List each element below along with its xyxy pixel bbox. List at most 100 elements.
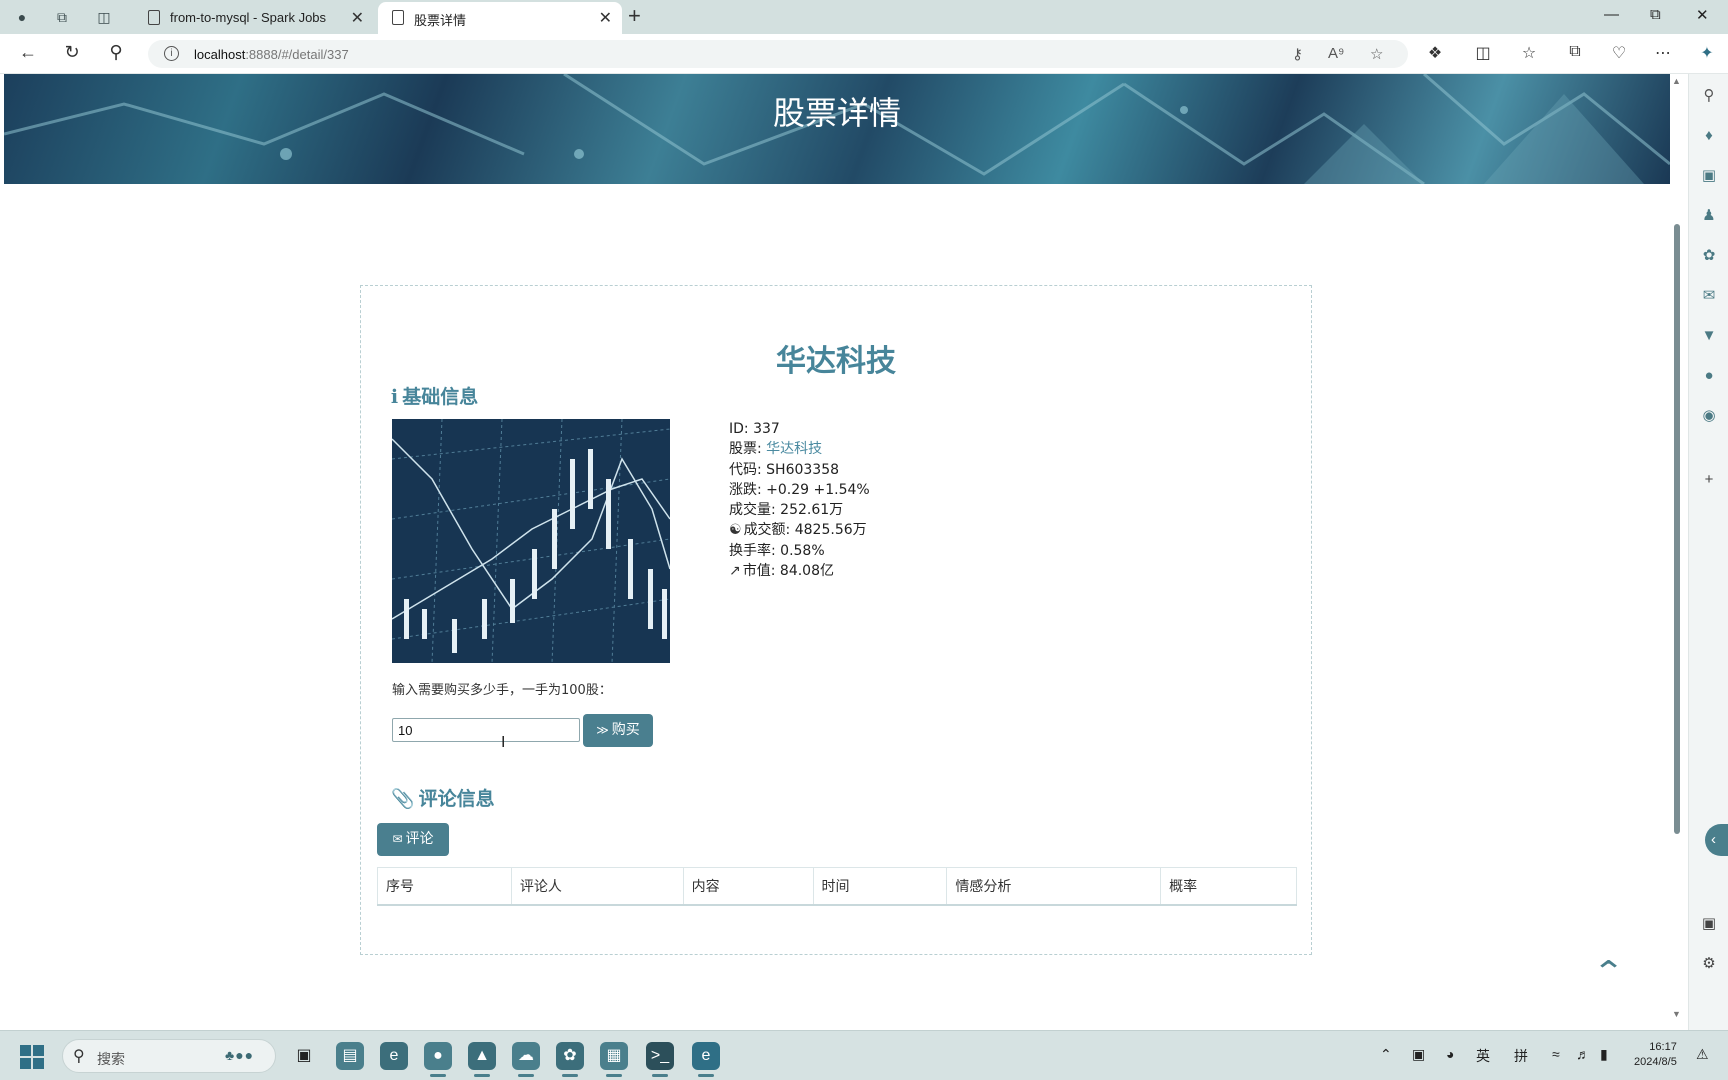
column-header-index[interactable]: 序号 <box>377 867 512 906</box>
copilot-sidebar-icon[interactable]: ✿ <box>1699 246 1719 266</box>
workspaces-icon[interactable]: ⧉ <box>52 7 72 27</box>
back-icon[interactable]: ← <box>16 42 40 63</box>
close-tab-icon[interactable]: ✕ <box>351 8 364 28</box>
site-info-icon[interactable]: i <box>164 46 179 61</box>
info-icon: ℹ <box>391 386 399 408</box>
column-header-sentiment[interactable]: 情感分析 <box>946 867 1162 906</box>
basic-info-heading: ℹ 基础信息 <box>391 382 478 409</box>
tab-spark-jobs[interactable]: from-to-mysql - Spark Jobs ✕ <box>134 2 374 34</box>
app-icon-3[interactable]: ☁ <box>512 1042 540 1077</box>
comment-info-heading: 📎 评论信息 <box>391 784 495 811</box>
info-value: 84.08亿 <box>779 563 834 580</box>
outlook-icon[interactable]: ✉ <box>1699 286 1719 306</box>
ime-language[interactable]: 英 <box>1476 1046 1490 1066</box>
info-label: 市值: <box>742 563 776 580</box>
profile-icon[interactable]: ● <box>12 7 32 27</box>
tray-app-icon[interactable]: ▣ <box>1412 1046 1425 1063</box>
ime-mode[interactable]: 拼 <box>1514 1046 1528 1066</box>
shopping-tag-icon[interactable]: ♦ <box>1699 126 1719 146</box>
stock-chart-image <box>392 419 670 663</box>
edge-active-icon[interactable]: e <box>692 1042 720 1077</box>
app-icon-5[interactable]: ▦ <box>600 1042 628 1077</box>
sidebar-collapse-button[interactable]: ‹ <box>1705 824 1728 856</box>
info-label: 成交额: <box>743 522 791 539</box>
column-header-content[interactable]: 内容 <box>682 867 814 906</box>
volume-icon[interactable]: ♬ <box>1576 1046 1590 1062</box>
minimize-icon[interactable]: — <box>1604 6 1619 23</box>
battery-icon[interactable]: ▮ <box>1600 1046 1608 1063</box>
back-to-top-icon[interactable]: ⌃ <box>1592 958 1625 988</box>
vertical-tabs-icon[interactable]: ◫ <box>94 7 114 27</box>
app-icon-4[interactable]: ✿ <box>556 1042 584 1077</box>
taskbar-search[interactable]: ⚲ 搜索 ♣●● <box>62 1039 276 1073</box>
clock-date: 2024/8/5 <box>1634 1056 1677 1068</box>
close-window-icon[interactable]: ✕ <box>1696 6 1709 24</box>
info-value: +0.29 +1.54% <box>766 481 870 498</box>
url-text: localhost:8888/#/detail/337 <box>194 47 349 62</box>
tab-stock-detail[interactable]: 股票详情 ✕ <box>378 2 622 34</box>
new-tab-button[interactable]: + <box>628 3 641 29</box>
restore-icon[interactable]: ⧉ <box>1650 6 1661 23</box>
copilot-icon[interactable]: ✦ <box>1696 43 1718 63</box>
favorites-icon[interactable]: ☆ <box>1518 43 1540 63</box>
taskbar-clock[interactable]: 16:17 2024/8/5 <box>1634 1040 1677 1070</box>
more-menu-icon[interactable]: ⋯ <box>1652 43 1674 63</box>
comment-button[interactable]: ✉ 评论 <box>377 823 449 856</box>
stock-name-heading: 华达科技 <box>776 344 896 379</box>
candlestick-illustration <box>392 419 670 663</box>
toolbox-icon[interactable]: ▣ <box>1699 166 1719 186</box>
info-label: 成交量: <box>729 502 776 519</box>
info-label: 股票: <box>729 441 762 458</box>
url-field[interactable]: i localhost:8888/#/detail/337 ⚷ A⁹ ☆ <box>148 40 1408 68</box>
info-label: ID: <box>729 421 749 437</box>
comment-info-title: 评论信息 <box>418 788 495 810</box>
edge-browser-icon[interactable]: e <box>380 1042 408 1070</box>
app-icon-2[interactable]: ▲ <box>468 1042 496 1077</box>
task-view-icon[interactable]: ▣ <box>290 1042 318 1070</box>
column-header-time[interactable]: 时间 <box>812 867 948 906</box>
terminal-icon[interactable]: >_ <box>646 1042 674 1077</box>
scroll-up-icon[interactable]: ▲ <box>1672 76 1681 86</box>
close-tab-icon[interactable]: ✕ <box>599 8 612 28</box>
buy-button-label: 购买 <box>611 722 640 738</box>
file-explorer-icon[interactable]: ▤ <box>336 1042 364 1070</box>
add-app-icon[interactable]: + <box>1699 470 1719 490</box>
quantity-input[interactable] <box>392 718 580 742</box>
favorite-star-icon[interactable]: ☆ <box>1370 45 1383 63</box>
wifi-icon[interactable]: ≈ <box>1552 1046 1560 1062</box>
search-icon[interactable]: ⚲ <box>104 42 128 63</box>
refresh-icon[interactable]: ↻ <box>60 42 84 63</box>
app-icon-1[interactable]: ● <box>424 1042 452 1077</box>
column-header-probability[interactable]: 概率 <box>1160 867 1297 906</box>
page-icon <box>148 10 160 25</box>
settings-gear-icon[interactable]: ⚙ <box>1699 954 1719 974</box>
taskbar-search-placeholder: 搜索 <box>97 1051 125 1067</box>
banner-title: 股票详情 <box>772 94 901 132</box>
scrollbar-thumb[interactable] <box>1674 224 1680 834</box>
extensions-icon[interactable]: ❖ <box>1424 43 1446 63</box>
notification-bell-icon[interactable]: ⚠ <box>1696 1046 1709 1063</box>
split-screen-icon[interactable]: ◫ <box>1472 43 1494 63</box>
comment-button-label: 评论 <box>405 831 434 847</box>
info-row-volume: 成交量: 252.61万 <box>729 500 870 520</box>
games-icon[interactable]: ♟ <box>1699 206 1719 226</box>
start-menu-icon[interactable] <box>20 1045 44 1069</box>
web-capture-icon[interactable]: ◉ <box>1699 406 1719 426</box>
key-icon[interactable]: ⚷ <box>1292 45 1303 63</box>
collections-icon[interactable]: ⧉ <box>1564 43 1586 61</box>
sidebar-search-icon[interactable]: ⚲ <box>1699 86 1719 106</box>
info-value: SH603358 <box>766 461 840 478</box>
microphone-icon[interactable]: ◕ <box>1446 1046 1454 1062</box>
screenshot-icon[interactable]: ▣ <box>1699 914 1719 934</box>
page-scrollbar[interactable]: ▲ ▼ <box>1670 74 1684 1030</box>
tray-overflow-icon[interactable]: ⌃ <box>1380 1046 1392 1063</box>
info-row-change: 涨跌: +0.29 +1.54% <box>729 480 870 500</box>
drop-icon[interactable]: ● <box>1699 366 1719 386</box>
scroll-down-icon[interactable]: ▼ <box>1672 1009 1681 1019</box>
shopping-cart-icon[interactable]: ▼ <box>1699 326 1719 346</box>
column-header-commenter[interactable]: 评论人 <box>510 867 684 906</box>
read-aloud-icon[interactable]: A⁹ <box>1328 45 1344 62</box>
buy-button[interactable]: ≫ 购买 <box>583 714 653 747</box>
browser-essentials-icon[interactable]: ♡ <box>1608 43 1630 63</box>
stock-name-link[interactable]: 华达科技 <box>766 441 822 457</box>
